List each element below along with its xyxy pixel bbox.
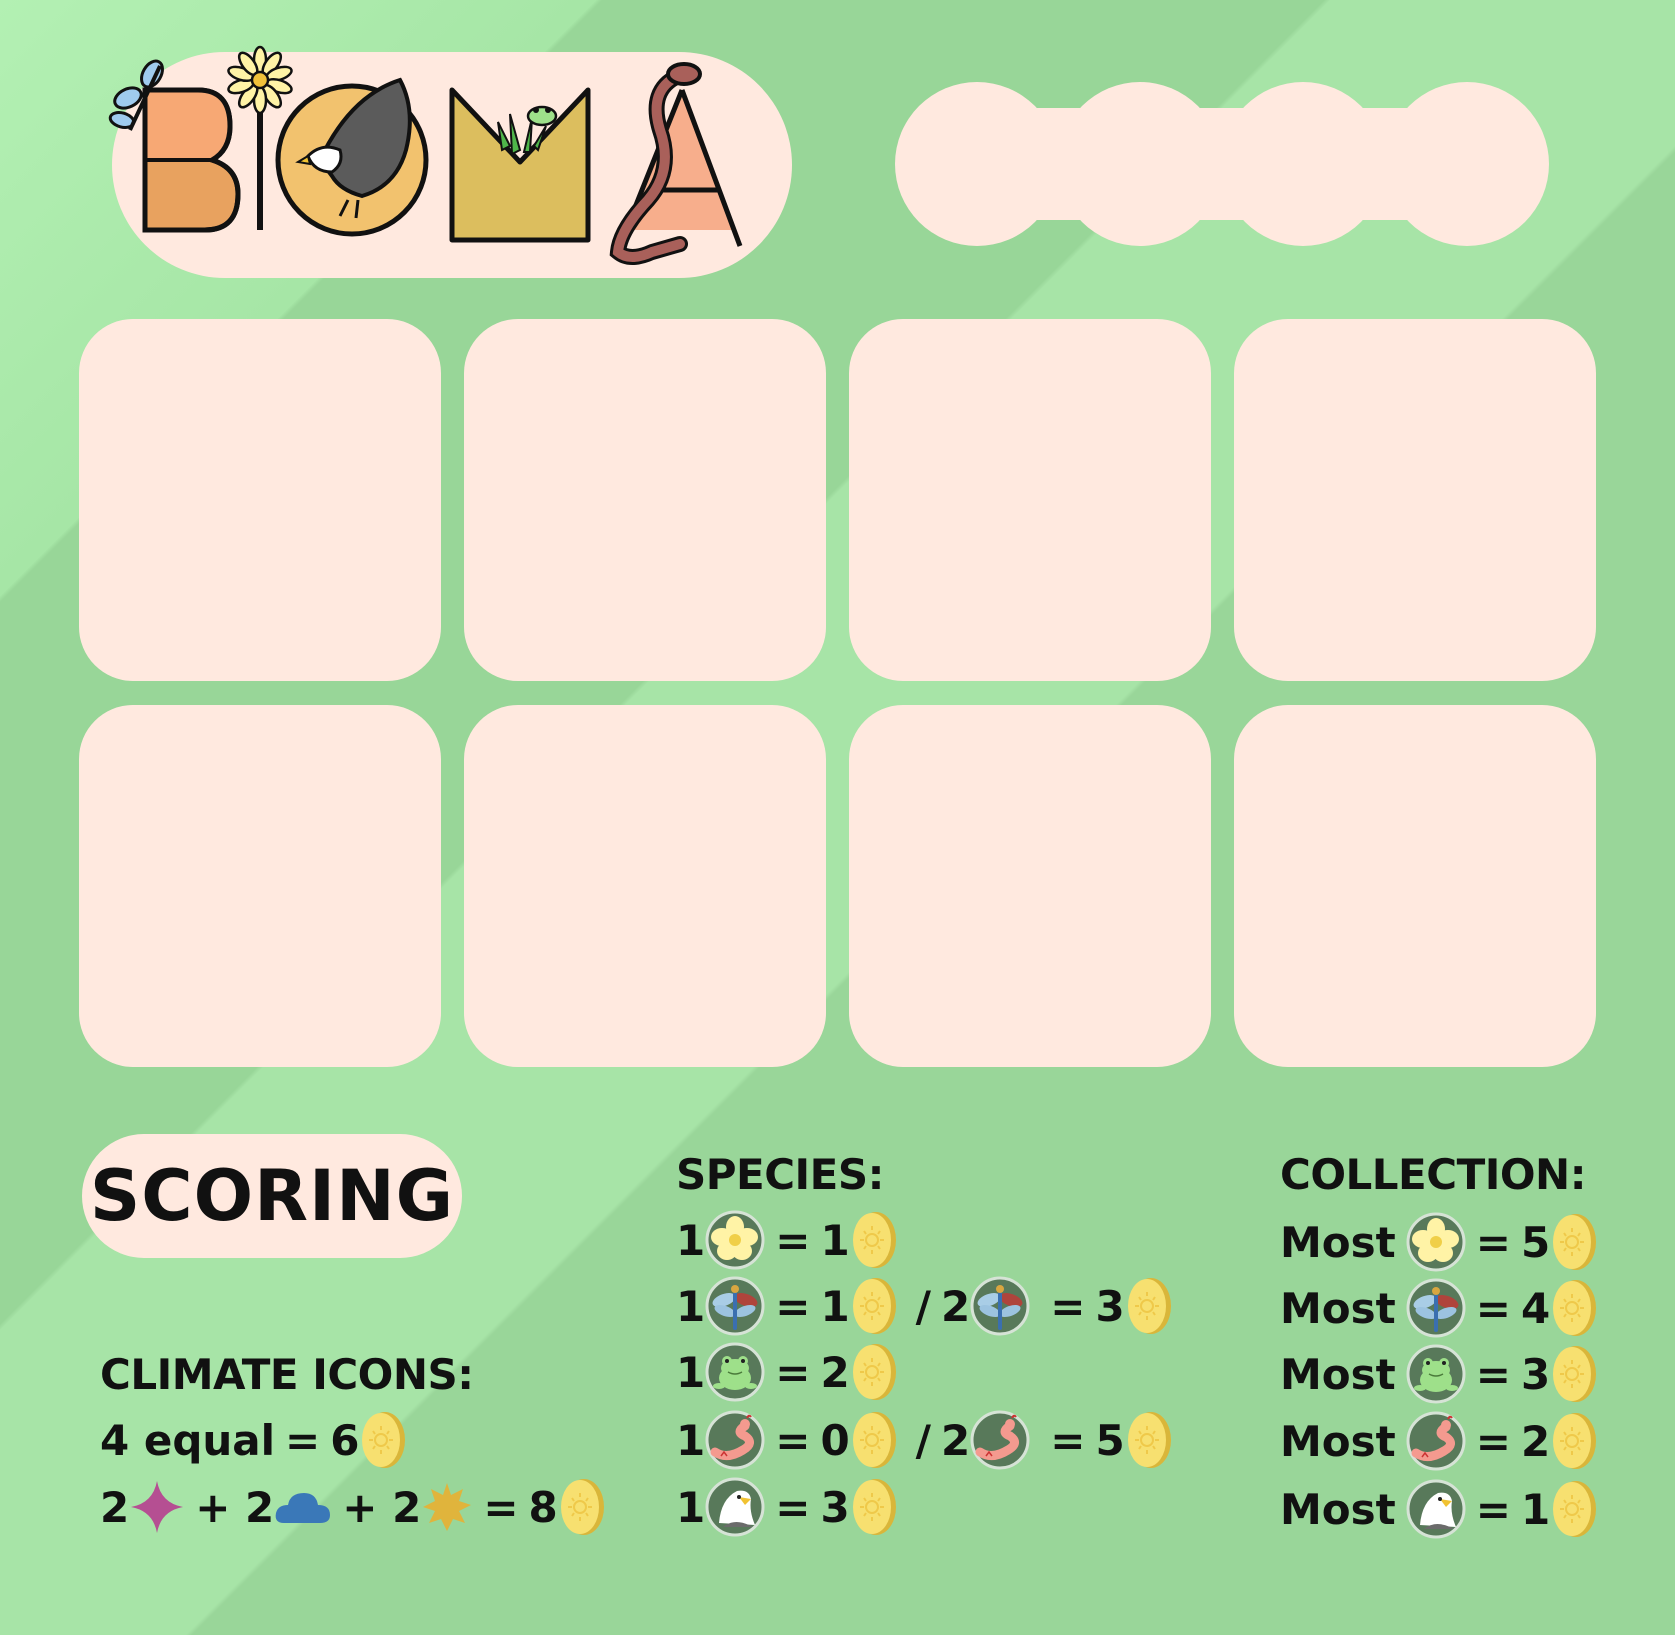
scoring-title: SCORING — [82, 1134, 462, 1258]
dragonfly-icon — [1406, 1278, 1466, 1338]
cloud-icon — [275, 1493, 331, 1523]
flower-icon — [705, 1210, 765, 1270]
frog-icon — [526, 105, 558, 127]
species-row-flower: 1 = 1 — [676, 1208, 898, 1272]
collection-row-eagle: Most = 1 — [1280, 1477, 1598, 1541]
frog-icon — [705, 1342, 765, 1402]
logo-letter-o — [275, 77, 429, 237]
species-heading: SPECIES: — [676, 1150, 884, 1199]
collection-row-dragonfly: Most = 4 — [1280, 1276, 1598, 1340]
collection-row-frog: Most = 3 — [1280, 1342, 1598, 1406]
sun-icon — [423, 1483, 472, 1531]
snake-icon — [970, 1410, 1030, 1470]
collection-row-snake: Most = 2 — [1280, 1409, 1598, 1473]
coin-icon — [1550, 1277, 1598, 1339]
dragonfly-icon — [970, 1276, 1030, 1336]
eagle-icon — [1406, 1479, 1466, 1539]
climate-rule-equal: 4 equal = 6 — [100, 1408, 407, 1472]
card-slot-4[interactable] — [1234, 319, 1596, 681]
card-slot-5[interactable] — [79, 705, 441, 1067]
daisy-icon — [227, 45, 293, 115]
coin-icon — [558, 1476, 606, 1538]
coin-icon — [850, 1275, 898, 1337]
card-slot-2[interactable] — [464, 319, 826, 681]
logo-letter-b — [142, 87, 241, 233]
collection-heading: COLLECTION: — [1280, 1150, 1587, 1199]
card-slot-3[interactable] — [849, 319, 1211, 681]
scoring-title-text: SCORING — [89, 1155, 455, 1237]
collection-row-flower: Most = 5 — [1280, 1210, 1598, 1274]
dragonfly-icon — [705, 1276, 765, 1336]
coin-icon — [1125, 1409, 1173, 1471]
snake-icon — [1406, 1411, 1466, 1471]
coin-icon — [850, 1341, 898, 1403]
species-row-eagle: 1 = 3 — [676, 1475, 898, 1539]
card-slot-8[interactable] — [1234, 705, 1596, 1067]
coin-icon — [1550, 1410, 1598, 1472]
logo-letter-a — [609, 62, 743, 265]
flower-icon — [1406, 1212, 1466, 1272]
species-row-dragonfly: 1 = 1 / 2 = 3 — [676, 1274, 1173, 1338]
card-slot-6[interactable] — [464, 705, 826, 1067]
card-slot-7[interactable] — [849, 705, 1211, 1067]
card-slot-1[interactable] — [79, 319, 441, 681]
coin-icon — [850, 1409, 898, 1471]
climate-rule-mixed: 2 + 2 + 2 = 8 — [100, 1475, 606, 1539]
sparkle-icon — [131, 1481, 184, 1533]
coin-icon — [359, 1409, 407, 1471]
logo-letter-m — [449, 87, 591, 243]
climate-tracker — [895, 82, 1549, 246]
coin-icon — [850, 1476, 898, 1538]
coin-icon — [850, 1209, 898, 1271]
bioma-logo — [108, 45, 743, 265]
eagle-icon — [705, 1477, 765, 1537]
coin-icon — [1550, 1211, 1598, 1273]
coin-icon — [1550, 1478, 1598, 1540]
coin-icon — [1550, 1343, 1598, 1405]
frog-icon — [1406, 1344, 1466, 1404]
snake-icon — [705, 1410, 765, 1470]
climate-heading: CLIMATE ICONS: — [100, 1350, 474, 1399]
species-row-frog: 1 = 2 — [676, 1340, 898, 1404]
species-row-snake: 1 = 0 / 2 = 5 — [676, 1408, 1173, 1472]
coin-icon — [1125, 1275, 1173, 1337]
